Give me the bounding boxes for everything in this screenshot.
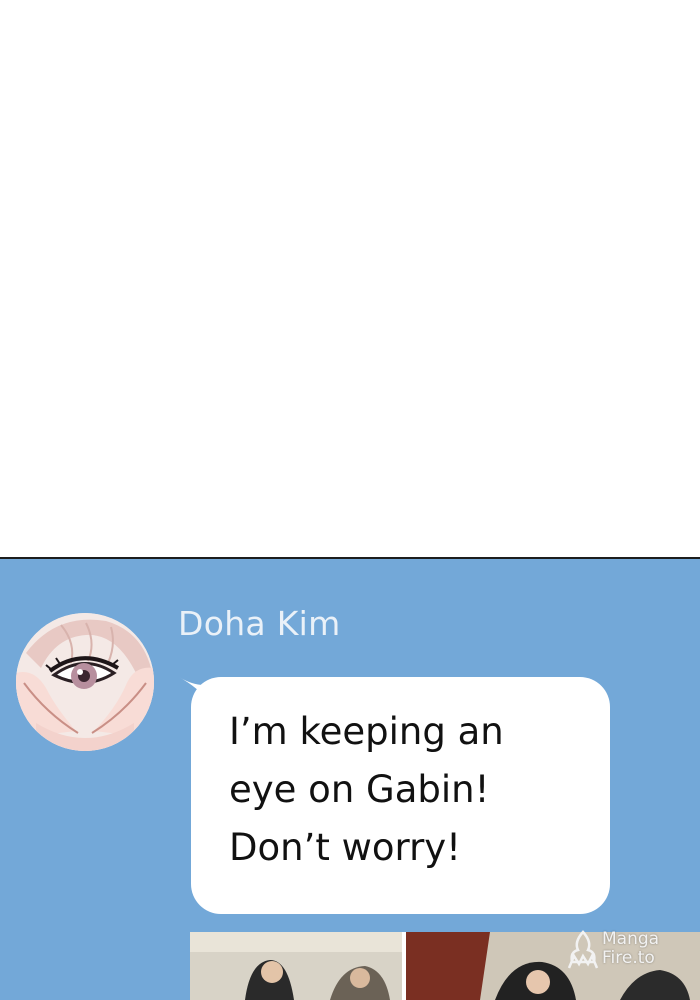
watermark: Manga Fire.to <box>566 928 676 972</box>
message-text: I’m keeping an eye on Gabin! Don’t worry… <box>229 710 504 869</box>
mangafire-logo-icon <box>567 930 599 969</box>
sender-name: Doha Kim <box>178 604 341 643</box>
watermark-line2: Fire.to <box>602 948 655 968</box>
avatar <box>16 613 154 751</box>
avatar-eye-icon <box>16 613 154 751</box>
watermark-line1: Manga <box>602 929 660 949</box>
blank-page-area <box>0 0 700 557</box>
